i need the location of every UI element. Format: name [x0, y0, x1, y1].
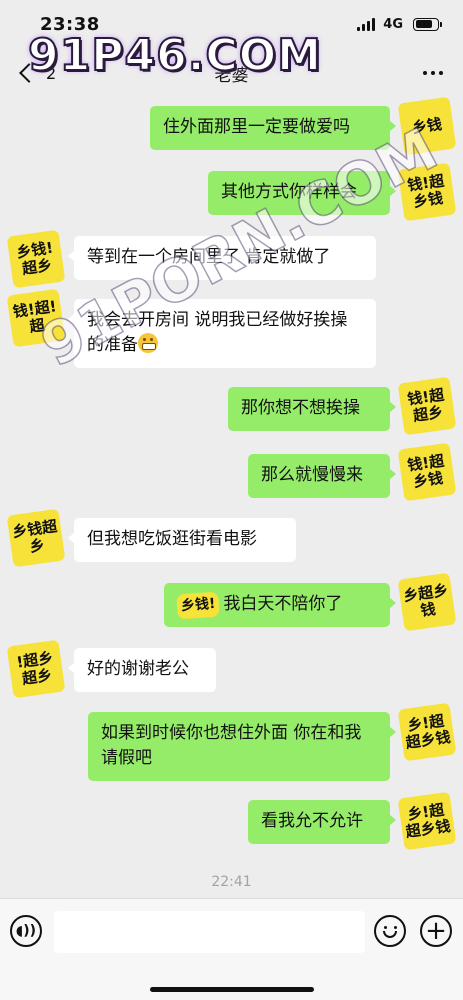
battery-icon	[413, 17, 442, 31]
avatar-sticker-text: 乡!超超乡钱	[404, 711, 452, 752]
avatar-sticker-text: 乡钱!超乡	[15, 238, 55, 278]
contact-avatar[interactable]: 乡钱超乡	[6, 508, 66, 568]
watermark-top: 91P46.COM	[27, 29, 322, 82]
status-indicators: 4G	[357, 16, 442, 32]
avatar-sticker-text: !超乡超乡	[15, 648, 55, 688]
avatar-sticker-text: 钱!超乡钱	[406, 451, 446, 491]
incoming-message-bubble[interactable]: 好的谢谢老公	[68, 648, 216, 692]
voice-icon[interactable]: ◖))	[10, 915, 42, 947]
emoji-face-icon[interactable]	[374, 915, 406, 947]
message-text: 那你想不想挨操	[241, 398, 360, 418]
contact-avatar[interactable]: 乡钱!超乡	[6, 229, 66, 289]
message-text: 如果到时候你也想住外面 你在和我请假吧	[101, 723, 362, 768]
my-avatar[interactable]: 乡超乡钱	[397, 572, 457, 632]
my-avatar[interactable]: 乡!超超乡钱	[397, 791, 457, 851]
incoming-message-bubble[interactable]: 但我想吃饭逛街看电影	[68, 518, 296, 562]
avatar-sticker-text: 钱!超超乡	[406, 385, 446, 425]
my-avatar[interactable]: 钱!超乡钱	[397, 442, 457, 502]
outgoing-message-bubble[interactable]: 那么就慢慢来	[248, 454, 396, 498]
avatar-sticker-text: 乡!超超乡钱	[404, 800, 452, 841]
contact-avatar[interactable]: !超乡超乡	[6, 639, 66, 699]
message-text: 那么就慢慢来	[261, 465, 363, 485]
outgoing-message-bubble[interactable]: 如果到时候你也想住外面 你在和我请假吧	[88, 712, 396, 781]
message-text: 我白天不陪你了	[223, 594, 343, 614]
outgoing-message-bubble[interactable]: 乡钱! 我白天不陪你了	[164, 583, 396, 627]
more-dots-icon[interactable]	[417, 65, 449, 81]
time-divider: 22:41	[211, 874, 252, 890]
network-label: 4G	[383, 16, 403, 32]
message-text: 住外面那里一定要做爱吗	[163, 117, 350, 137]
avatar-sticker-text: 乡超乡钱	[402, 581, 450, 620]
message-text: 看我允不允许	[261, 811, 363, 831]
message-input[interactable]	[54, 911, 365, 953]
plus-circle-icon[interactable]: +	[420, 915, 452, 947]
my-avatar[interactable]: 钱!超超乡	[397, 376, 457, 436]
signal-icon	[357, 17, 376, 31]
outgoing-message-bubble[interactable]: 看我允不允许	[248, 800, 396, 844]
input-bar: ◖)) +	[0, 898, 463, 1000]
battery-fill	[415, 20, 433, 28]
message-text: 好的谢谢老公	[87, 659, 189, 679]
avatar-sticker-text: 乡钱超乡	[11, 517, 59, 556]
inline-sticker: 乡钱!	[176, 591, 221, 620]
outgoing-message-bubble[interactable]: 那你想不想挨操	[228, 387, 396, 431]
my-avatar[interactable]: 乡!超超乡钱	[397, 702, 457, 762]
outgoing-message-bubble[interactable]: 住外面那里一定要做爱吗	[150, 106, 396, 150]
home-indicator	[150, 987, 314, 992]
message-text: 但我想吃饭逛街看电影	[87, 529, 257, 549]
